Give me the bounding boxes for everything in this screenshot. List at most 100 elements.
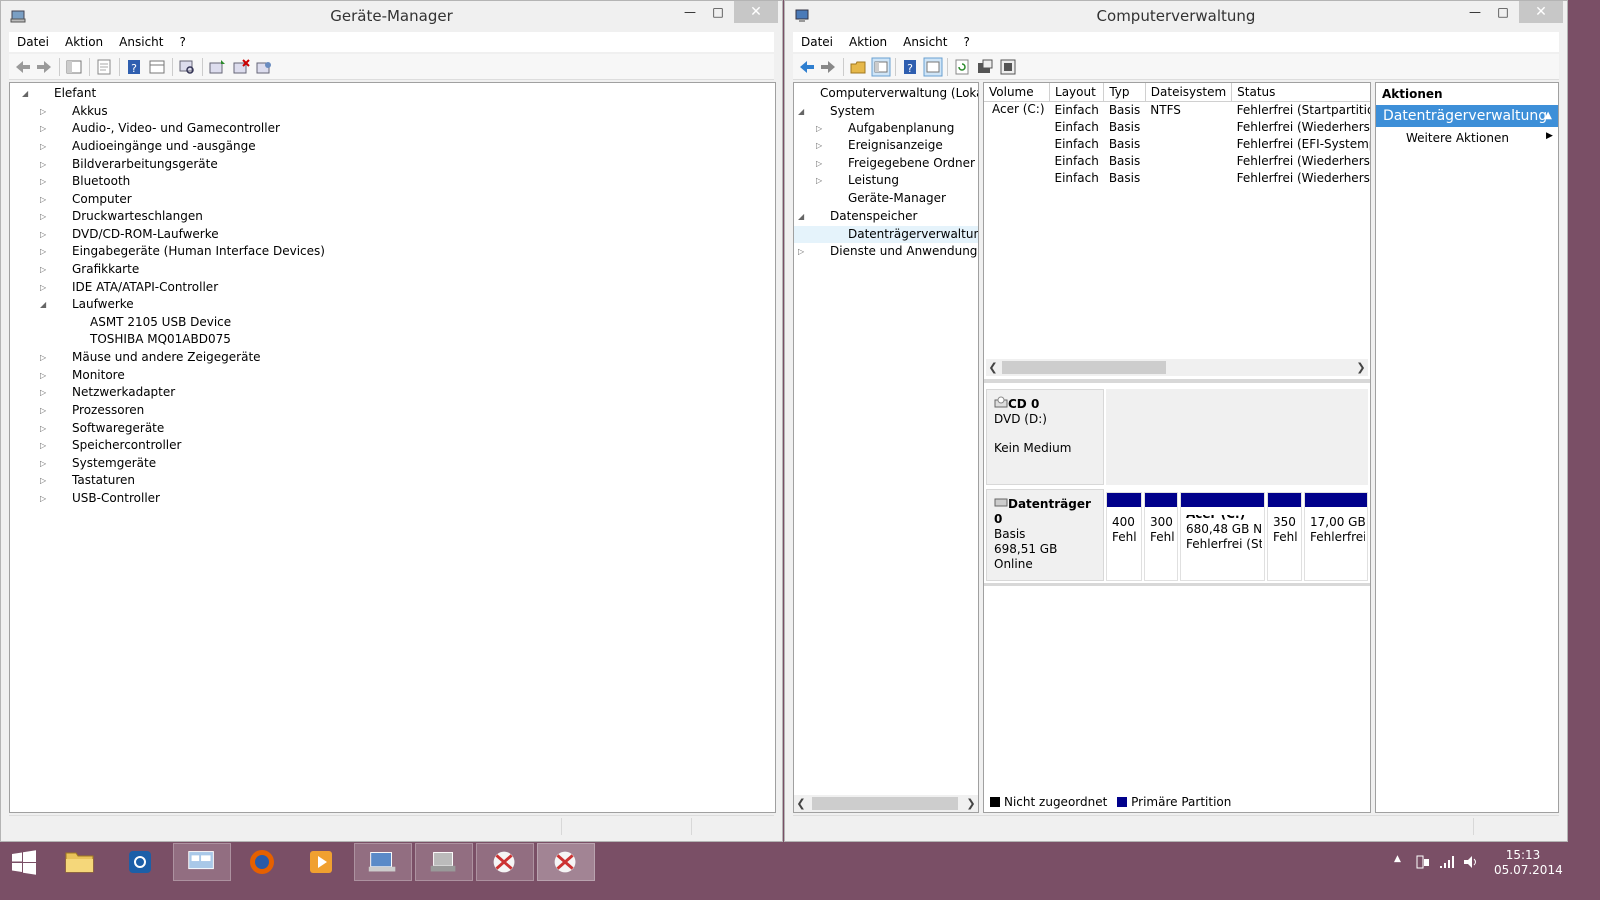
tree-item-toshiba-mq01abd075[interactable]: TOSHIBA MQ01ABD075 xyxy=(10,331,775,348)
tree-item-ereignisanzeige[interactable]: ▷ Ereignisanzeige xyxy=(794,137,978,154)
menu-help[interactable]: ? xyxy=(171,32,193,52)
disk0-info[interactable]: Datenträger 0 Basis 698,51 GB Online xyxy=(986,489,1104,581)
show-hidden-icons-icon[interactable]: ▲ xyxy=(1394,854,1401,864)
refresh-icon[interactable] xyxy=(952,57,972,77)
expand-arrow-icon[interactable]: ▷ xyxy=(40,103,50,120)
view-icon[interactable] xyxy=(147,57,167,77)
tree-item-prozessoren[interactable]: ▷ Prozessoren xyxy=(10,402,775,419)
snipping-tool-icon[interactable] xyxy=(476,843,534,881)
console-tree-icon[interactable] xyxy=(64,57,84,77)
menu-ansicht[interactable]: Ansicht xyxy=(895,32,955,52)
expand-arrow-icon[interactable]: ▷ xyxy=(816,172,826,189)
scroll-thumb[interactable] xyxy=(1002,361,1166,374)
table-row[interactable]: Einfach Basis Fehlerfrei (Wiederherstellun… xyxy=(984,152,1370,169)
tree-item-dienste-und-anwendungen[interactable]: ▷ Dienste und Anwendungen xyxy=(794,243,978,260)
collapse-arrow-icon[interactable]: ◢ xyxy=(798,208,808,225)
column-header-dateisystem[interactable]: Dateisystem xyxy=(1145,83,1233,102)
scroll-right-arrow[interactable]: ❯ xyxy=(1354,359,1368,376)
expand-arrow-icon[interactable]: ▷ xyxy=(40,261,50,278)
table-row[interactable]: Einfach Basis Fehlerfrei (Wiederherstellun… xyxy=(984,169,1370,186)
maximize-button[interactable]: □ xyxy=(702,1,734,23)
tree-item-laufwerke[interactable]: ◢ Laufwerke xyxy=(10,296,775,313)
tree-item-systemgeraete[interactable]: ▷ Systemgeräte xyxy=(10,455,775,472)
tree-item-netzwerkadapter[interactable]: ▷ Netzwerkadapter xyxy=(10,384,775,401)
tree-item-bluetooth[interactable]: ▷ Bluetooth xyxy=(10,173,775,190)
tree-item-bildverarbeitungsgeraete[interactable]: ▷ Bildverarbeitungsgeräte xyxy=(10,156,775,173)
tree-item-elefant[interactable]: ◢ Elefant xyxy=(10,85,775,102)
tree-item-datenspeicher[interactable]: ◢ Datenspeicher xyxy=(794,208,978,225)
disable-icon[interactable] xyxy=(254,57,274,77)
column-header-typ[interactable]: Typ xyxy=(1103,83,1146,102)
expand-arrow-icon[interactable]: ▷ xyxy=(40,138,50,155)
scroll-thumb[interactable] xyxy=(812,797,958,810)
expand-arrow-icon[interactable]: ▷ xyxy=(40,402,50,419)
partition-5[interactable]: 17,00 GB Fehlerfrei xyxy=(1304,492,1368,581)
scan-hardware-icon[interactable] xyxy=(177,57,197,77)
properties-icon[interactable] xyxy=(94,57,114,77)
expand-arrow-icon[interactable]: ▷ xyxy=(40,349,50,366)
column-header-volume[interactable]: Volume xyxy=(984,83,1051,102)
computer-management-icon[interactable] xyxy=(354,843,412,881)
actions-section-datentraegerverwaltung[interactable]: Datenträgerverwaltung ▲ xyxy=(1376,105,1558,127)
partition-4[interactable]: 350 Fehl xyxy=(1267,492,1302,581)
tree-item-geraete-manager[interactable]: Geräte-Manager xyxy=(794,190,978,207)
tree-item-maeuse-und-andere-zeigegeraete[interactable]: ▷ Mäuse und andere Zeigegeräte xyxy=(10,349,775,366)
collapse-arrow-icon[interactable]: ▲ xyxy=(1544,105,1552,127)
tree-item-softwaregeraete[interactable]: ▷ Softwaregeräte xyxy=(10,420,775,437)
tree-item-leistung[interactable]: ▷ Leistung xyxy=(794,172,978,189)
scroll-right-arrow[interactable]: ❯ xyxy=(964,795,978,812)
expand-arrow-icon[interactable]: ▷ xyxy=(40,384,50,401)
menu-help[interactable]: ? xyxy=(955,32,977,52)
close-button[interactable]: ✕ xyxy=(1519,1,1563,23)
expand-arrow-icon[interactable]: ▷ xyxy=(40,208,50,225)
console-tree-icon[interactable] xyxy=(871,57,891,77)
expand-arrow-icon[interactable]: ▷ xyxy=(40,279,50,296)
menu-datei[interactable]: Datei xyxy=(9,32,57,52)
table-row[interactable]: Einfach Basis Fehlerfrei (EFI-Systempartit… xyxy=(984,135,1370,152)
back-arrow-icon[interactable] xyxy=(797,57,817,77)
expand-arrow-icon[interactable]: ▷ xyxy=(816,155,826,172)
volume-horizontal-scrollbar[interactable]: ❮ ❯ xyxy=(986,359,1368,376)
forward-arrow-icon[interactable] xyxy=(818,57,838,77)
partition-3[interactable]: Acer (C:)680,48 GB NTIFehlerfrei (Sta xyxy=(1180,492,1265,581)
expand-arrow-icon[interactable]: ▷ xyxy=(40,490,50,507)
remote-desktop-icon[interactable] xyxy=(173,843,231,881)
expand-arrow-icon[interactable]: ▷ xyxy=(798,243,808,260)
volume-icon[interactable] xyxy=(1462,854,1480,870)
expand-arrow-icon[interactable]: ▷ xyxy=(40,367,50,384)
expand-arrow-icon[interactable]: ▷ xyxy=(40,191,50,208)
tree-item-druckwarteschlangen[interactable]: ▷ Druckwarteschlangen xyxy=(10,208,775,225)
tree-item-freigegebene-ordner[interactable]: ▷ Freigegebene Ordner xyxy=(794,155,978,172)
media-player-icon[interactable] xyxy=(293,843,351,881)
power-icon[interactable] xyxy=(1414,854,1432,870)
table-row[interactable]: Einfach Basis Fehlerfrei (Wiederherstellun… xyxy=(984,118,1370,135)
tree-item-audio-video-und-gamecontroller[interactable]: ▷ Audio-, Video- und Gamecontroller xyxy=(10,120,775,137)
collapse-arrow-icon[interactable]: ◢ xyxy=(22,85,32,102)
tree-item-computer[interactable]: ▷ Computer xyxy=(10,191,775,208)
back-arrow-icon[interactable] xyxy=(13,57,33,77)
column-header-layout[interactable]: Layout xyxy=(1049,83,1105,102)
expand-arrow-icon[interactable]: ▷ xyxy=(40,226,50,243)
help-icon[interactable]: ? xyxy=(900,57,920,77)
tree-item-akkus[interactable]: ▷ Akkus xyxy=(10,103,775,120)
expand-arrow-icon[interactable]: ▷ xyxy=(40,173,50,190)
help-icon[interactable]: ? xyxy=(124,57,144,77)
menu-ansicht[interactable]: Ansicht xyxy=(111,32,171,52)
tree-item-usb-controller[interactable]: ▷ USB-Controller xyxy=(10,490,775,507)
view-icon[interactable] xyxy=(923,57,943,77)
menu-datei[interactable]: Datei xyxy=(793,32,841,52)
tree-item-computerverwaltung-lokal[interactable]: Computerverwaltung (Lokal) xyxy=(794,85,978,102)
tree-horizontal-scrollbar[interactable]: ❮ ❯ xyxy=(794,795,978,812)
start-icon[interactable] xyxy=(0,843,48,881)
column-header-status[interactable]: Status xyxy=(1231,83,1370,102)
partition-1[interactable]: 400 IFehl xyxy=(1106,492,1142,581)
properties-icon[interactable] xyxy=(975,57,995,77)
partition-2[interactable]: 300 Fehl xyxy=(1144,492,1178,581)
tree-item-grafikkarte[interactable]: ▷ Grafikkarte xyxy=(10,261,775,278)
file-explorer-icon[interactable] xyxy=(51,843,109,881)
up-folder-icon[interactable] xyxy=(848,57,868,77)
update-driver-icon[interactable] xyxy=(207,57,227,77)
maximize-button[interactable]: □ xyxy=(1487,1,1519,23)
forward-arrow-icon[interactable] xyxy=(34,57,54,77)
tree-item-asmt-2105-usb-device[interactable]: ASMT 2105 USB Device xyxy=(10,314,775,331)
